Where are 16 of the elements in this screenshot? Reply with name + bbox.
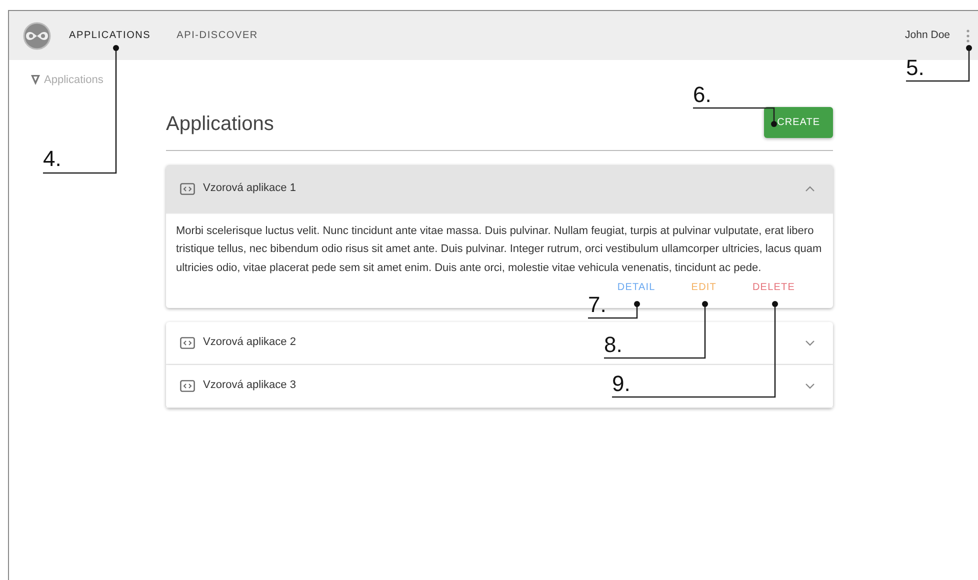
application-name: Vzorová aplikace 3 bbox=[203, 378, 296, 394]
callout-number: 7. bbox=[588, 294, 606, 316]
application-name: Vzorová aplikace 2 bbox=[203, 335, 296, 350]
user-name[interactable]: John Doe bbox=[905, 28, 950, 44]
callout-number: 5. bbox=[906, 57, 924, 79]
nav-tab[interactable]: API-DISCOVER bbox=[164, 24, 270, 47]
accordion-header[interactable]: Vzorová aplikace 1 bbox=[166, 164, 833, 214]
application-description: Morbi scelerisque luctus velit. Nunc tincidunt ante vitae massa. Duis pulvinar. Nullam feugiat, turpis at pulvinar vulputate, erat libero tristique tellus, nec bibendum odio risus sit amet ante. Duis pulvinar. Integer rutrum, orci vestibulum ullamcorper ultricies, lacus quam ultricies odio, vitae placerat pede sem sit amet enim. Duis ante orci, molestie vitae vehicula venenatis, tincidunt ac pede. bbox=[176, 224, 823, 276]
application-name: Vzorová aplikace 1 bbox=[203, 181, 296, 196]
callout-number: 4. bbox=[43, 148, 62, 170]
callout-number: 6. bbox=[693, 84, 712, 106]
nav-tab[interactable]: APPLICATIONS bbox=[57, 24, 163, 47]
page-title: Applications bbox=[166, 112, 274, 136]
callout-number: 9. bbox=[612, 373, 630, 395]
create-button[interactable]: CREATE bbox=[764, 106, 833, 138]
callout-number: 8. bbox=[604, 334, 622, 356]
